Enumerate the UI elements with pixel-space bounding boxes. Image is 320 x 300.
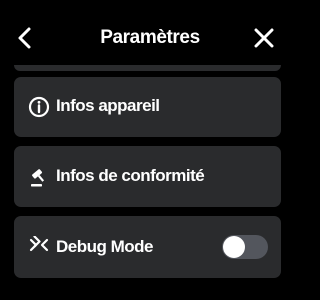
chevron-left-icon — [18, 27, 31, 49]
settings-item-label: Debug Mode — [56, 237, 154, 256]
settings-item-debug-mode[interactable]: Debug Mode — [14, 216, 281, 278]
info-circle-icon — [28, 96, 50, 118]
page-title: Paramètres — [100, 27, 200, 48]
back-button[interactable] — [14, 26, 38, 50]
settings-item-label: Infos appareil — [56, 96, 160, 115]
close-button[interactable] — [252, 26, 276, 50]
collapse-arrows-icon — [29, 236, 49, 252]
settings-item-device-info[interactable]: Infos appareil — [14, 77, 281, 137]
header-bar: Paramètres — [0, 0, 300, 70]
toggle-knob — [223, 236, 245, 258]
close-icon — [254, 28, 274, 48]
gavel-icon — [31, 169, 45, 187]
settings-item-compliance-info[interactable]: Infos de conformité — [14, 146, 281, 207]
previous-item-card — [14, 65, 281, 71]
debug-mode-toggle[interactable] — [222, 235, 268, 259]
settings-item-label: Infos de conformité — [56, 166, 205, 185]
